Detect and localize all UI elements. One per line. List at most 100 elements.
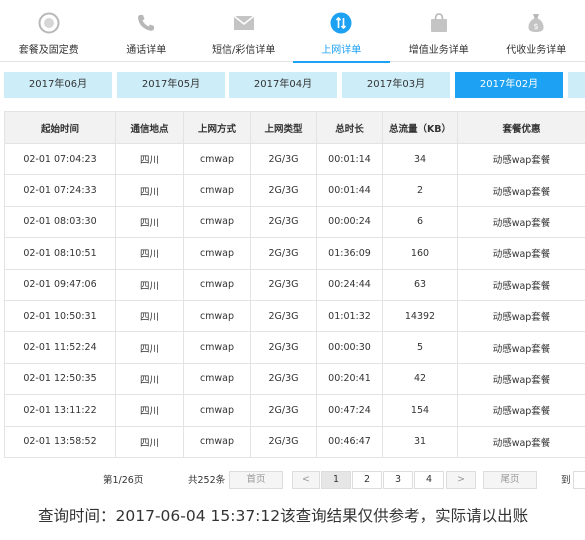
goto-page-input[interactable] (573, 471, 585, 489)
tab-label: 增值业务详单 (408, 45, 469, 56)
month-tabs: 2017年06月 2017年05月 2017年04月 2017年03月 2017… (0, 72, 585, 98)
prev-page-button[interactable]: < (292, 471, 320, 489)
cell-location: 四川 (115, 425, 184, 458)
cell-start-time: 02-01 13:58:52 (4, 425, 116, 458)
cell-access-mode: cmwap (183, 237, 251, 270)
last-page-button[interactable]: 尾页 (483, 471, 537, 489)
month-tab-2017-04[interactable]: 2017年04月 (229, 72, 337, 98)
table-row: 02-01 10:50:31 四川 cmwap 2G/3G 01:01:32 14392 动… (4, 299, 585, 333)
cell-start-time: 02-01 12:50:35 (4, 362, 116, 396)
cell-location: 四川 (115, 205, 184, 239)
cell-package: 动感wap套餐 (457, 331, 585, 364)
tab-collection-details[interactable]: $ 代收业务详单 (488, 0, 585, 62)
cell-location: 四川 (115, 142, 184, 176)
first-page-button[interactable]: 首页 (229, 471, 283, 489)
table-header-row: 起始时间 通信地点 上网方式 上网类型 总时长 总流量（KB） 套餐优惠 (4, 111, 585, 144)
cell-package: 动感wap套餐 (457, 205, 585, 239)
cell-duration: 00:01:14 (316, 142, 383, 176)
cell-access-mode: cmwap (183, 205, 251, 239)
category-tabs: 套餐及固定费 通话详单 短信/彩信详单 上网详单 增值业务详单 $ 代收业务详单 (0, 0, 585, 63)
page-button-2[interactable]: 2 (352, 471, 382, 489)
month-tab-overflow[interactable] (568, 72, 585, 98)
month-tab-2017-02[interactable]: 2017年02月 (455, 72, 563, 98)
cell-start-time: 02-01 08:10:51 (4, 237, 116, 270)
cell-package: 动感wap套餐 (457, 174, 585, 207)
cell-start-time: 02-01 13:11:22 (4, 394, 116, 427)
cell-traffic: 6 (382, 205, 458, 239)
cell-package: 动感wap套餐 (457, 142, 585, 176)
cell-start-time: 02-01 07:24:33 (4, 174, 116, 207)
cell-access-mode: cmwap (183, 362, 251, 396)
table-row: 02-01 11:52:24 四川 cmwap 2G/3G 00:00:30 5 动感wap… (4, 331, 585, 364)
cell-duration: 01:36:09 (316, 237, 383, 270)
cell-duration: 00:00:30 (316, 331, 383, 364)
page-button-4[interactable]: 4 (414, 471, 444, 489)
cell-network-type: 2G/3G (250, 299, 317, 333)
cell-start-time: 02-01 07:04:23 (4, 142, 116, 176)
tab-call-details[interactable]: 通话详单 (98, 0, 196, 62)
cell-location: 四川 (115, 299, 184, 333)
next-page-button[interactable]: > (446, 471, 476, 489)
cell-duration: 01:01:32 (316, 299, 383, 333)
total-count: 共252条 (188, 475, 226, 486)
table-row: 02-01 07:24:33 四川 cmwap 2G/3G 00:01:44 2 动感wap… (4, 174, 585, 207)
tab-label: 上网详单 (321, 45, 362, 56)
tab-value-added-details[interactable]: 增值业务详单 (390, 0, 488, 62)
page-button-1[interactable]: 1 (321, 471, 351, 489)
cell-network-type: 2G/3G (250, 331, 317, 364)
cell-package: 动感wap套餐 (457, 237, 585, 270)
cell-start-time: 02-01 10:50:31 (4, 299, 116, 333)
col-header-start-time: 起始时间 (4, 111, 116, 144)
cell-location: 四川 (115, 174, 184, 207)
cell-package: 动感wap套餐 (457, 425, 585, 458)
cell-access-mode: cmwap (183, 142, 251, 176)
cell-traffic: 31 (382, 425, 458, 458)
svg-text:$: $ (534, 22, 539, 31)
cell-traffic: 34 (382, 142, 458, 176)
cell-access-mode: cmwap (183, 174, 251, 207)
cell-network-type: 2G/3G (250, 362, 317, 396)
cell-traffic: 154 (382, 394, 458, 427)
cell-location: 四川 (115, 362, 184, 396)
table-row: 02-01 13:58:52 四川 cmwap 2G/3G 00:46:47 31 动感wa… (4, 425, 585, 458)
cell-access-mode: cmwap (183, 425, 251, 458)
table-row: 02-01 08:03:30 四川 cmwap 2G/3G 00:00:24 6 动感wap… (4, 205, 585, 239)
tab-label: 套餐及固定费 (18, 45, 79, 56)
month-tab-2017-03[interactable]: 2017年03月 (342, 72, 450, 98)
table-row: 02-01 13:11:22 四川 cmwap 2G/3G 00:47:24 154 动感w… (4, 394, 585, 427)
tab-package-fees[interactable]: 套餐及固定费 (0, 0, 98, 62)
phone-icon (135, 12, 157, 34)
month-tab-2017-06[interactable]: 2017年06月 (4, 72, 112, 98)
cell-start-time: 02-01 11:52:24 (4, 331, 116, 364)
cell-location: 四川 (115, 394, 184, 427)
envelope-icon (233, 12, 255, 34)
data-arrows-icon (330, 12, 352, 34)
cell-duration: 00:24:44 (316, 268, 383, 301)
cell-duration: 00:20:41 (316, 362, 383, 396)
cell-package: 动感wap套餐 (457, 268, 585, 301)
tab-internet-details[interactable]: 上网详单 (292, 0, 391, 63)
clock-icon (38, 12, 60, 34)
cell-duration: 00:47:24 (316, 394, 383, 427)
cell-network-type: 2G/3G (250, 174, 317, 207)
table-row: 02-01 07:04:23 四川 cmwap 2G/3G 00:01:14 34 动感wa… (4, 142, 585, 176)
cell-start-time: 02-01 08:03:30 (4, 205, 116, 239)
goto-label: 到 (561, 475, 571, 486)
cell-access-mode: cmwap (183, 394, 251, 427)
month-tab-2017-05[interactable]: 2017年05月 (117, 72, 225, 98)
tab-sms-mms-details[interactable]: 短信/彩信详单 (195, 0, 293, 62)
tab-label: 短信/彩信详单 (212, 45, 276, 56)
cell-network-type: 2G/3G (250, 237, 317, 270)
table-row: 02-01 12:50:35 四川 cmwap 2G/3G 00:20:41 42 动感wa… (4, 362, 585, 396)
cell-network-type: 2G/3G (250, 205, 317, 239)
cell-traffic: 2 (382, 174, 458, 207)
col-header-duration: 总时长 (316, 111, 383, 144)
page-button-3[interactable]: 3 (383, 471, 413, 489)
cell-network-type: 2G/3G (250, 394, 317, 427)
cell-package: 动感wap套餐 (457, 362, 585, 396)
cell-package: 动感wap套餐 (457, 299, 585, 333)
cell-access-mode: cmwap (183, 331, 251, 364)
table-row: 02-01 08:10:51 四川 cmwap 2G/3G 01:36:09 160 动感w… (4, 237, 585, 270)
internet-details-table: 起始时间 通信地点 上网方式 上网类型 总时长 总流量（KB） 套餐优惠 02-… (4, 111, 585, 458)
cell-traffic: 63 (382, 268, 458, 301)
